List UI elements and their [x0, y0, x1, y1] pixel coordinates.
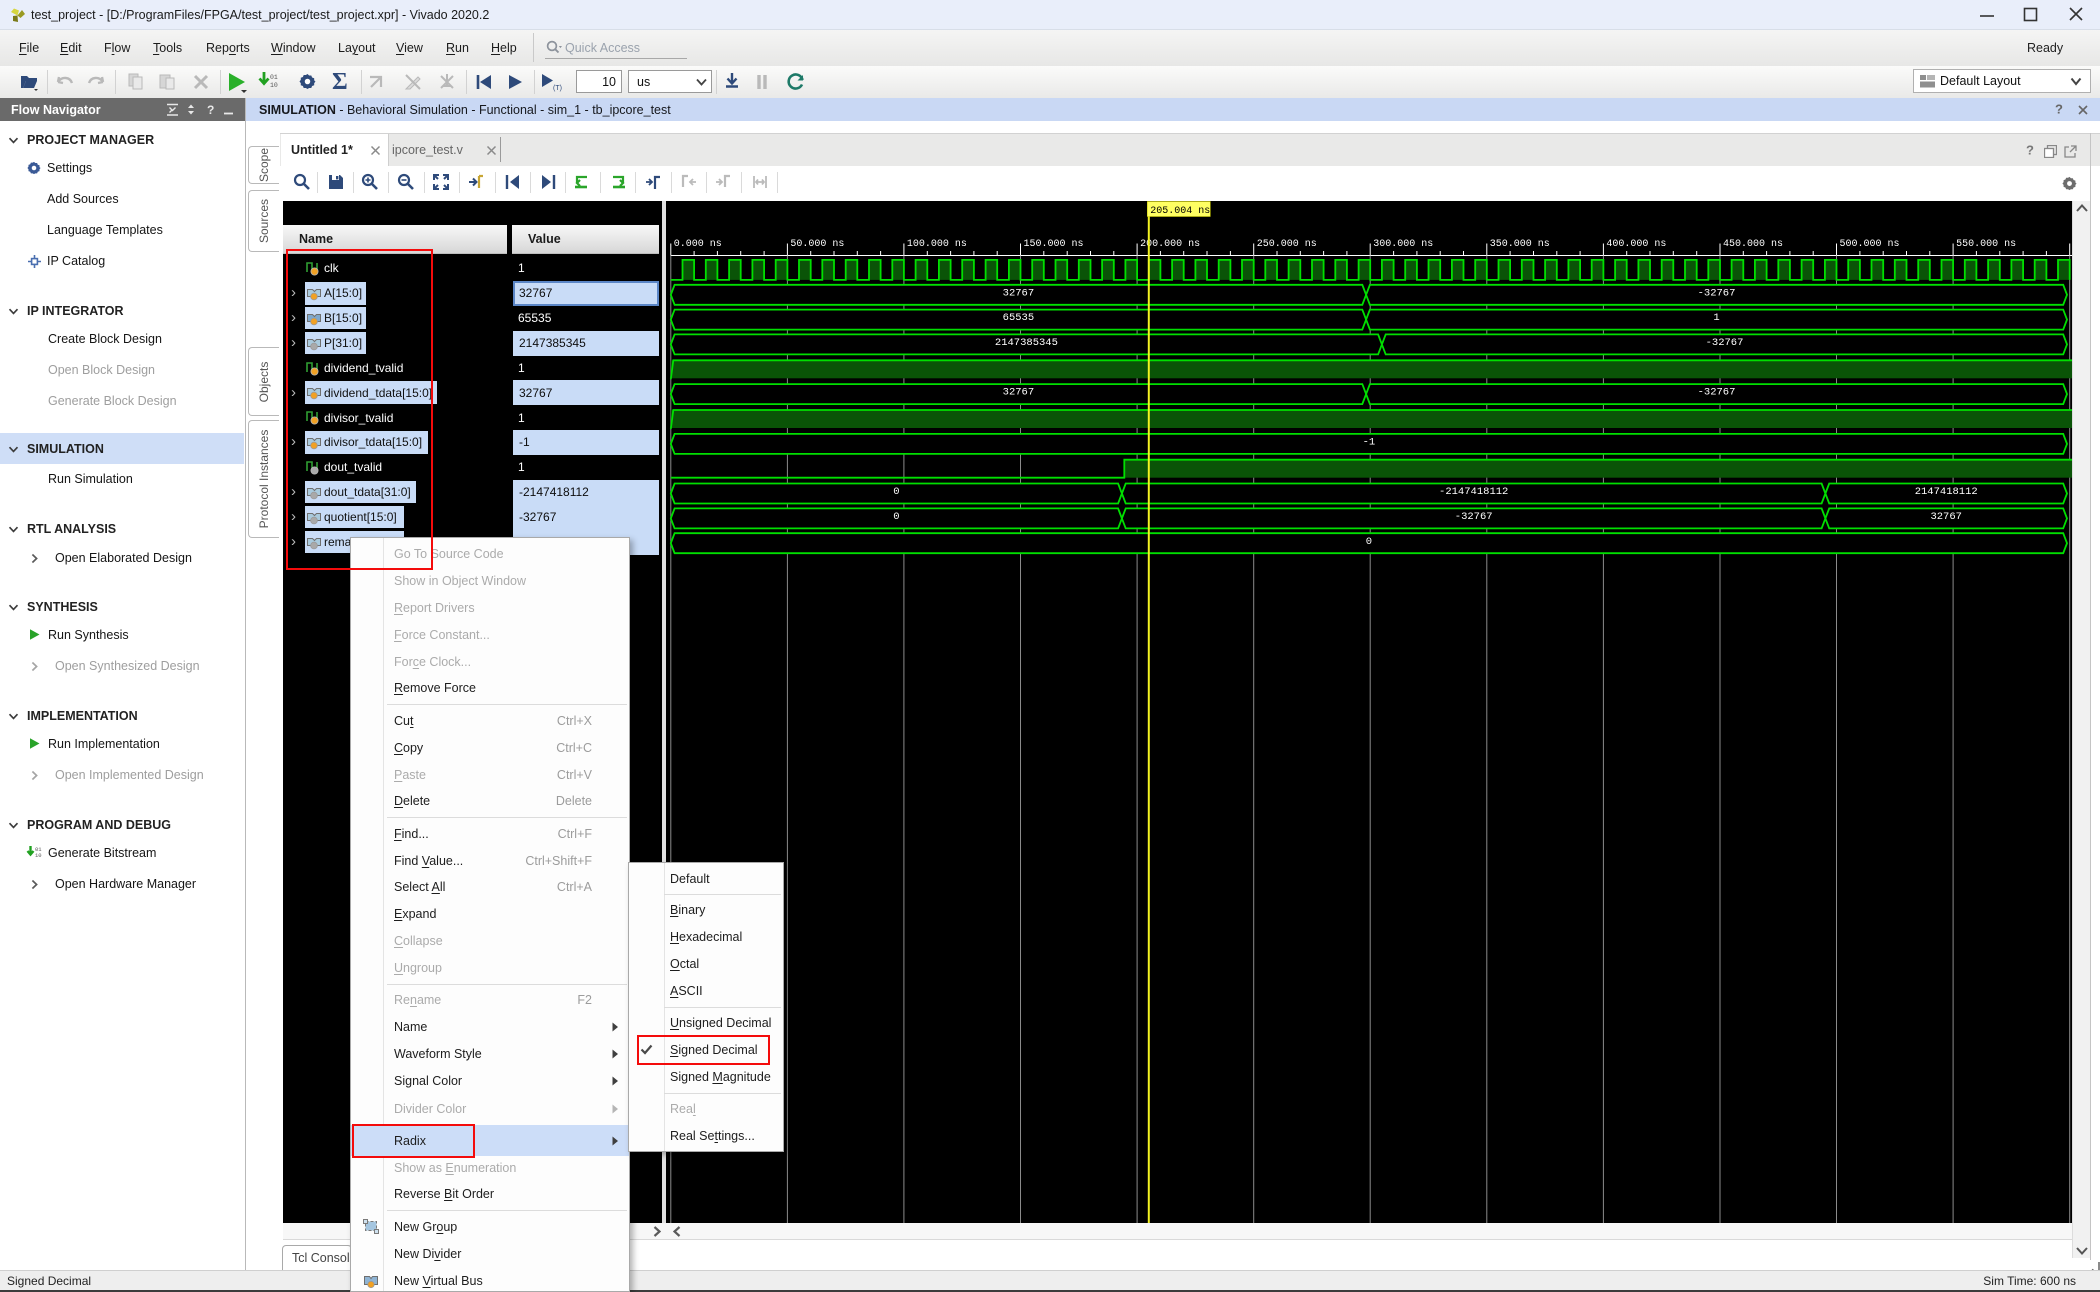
svg-text:32767: 32767 — [1930, 511, 1962, 523]
svg-text:2147385345: 2147385345 — [995, 337, 1058, 349]
svg-text:400.000 ns: 400.000 ns — [1606, 239, 1666, 250]
svg-text:250.000 ns: 250.000 ns — [1257, 239, 1317, 250]
svg-text:-32767: -32767 — [1698, 287, 1736, 299]
svg-text:-1: -1 — [1363, 437, 1376, 449]
svg-text:205.004 ns: 205.004 ns — [1150, 206, 1210, 217]
svg-text:(T): (T) — [553, 85, 562, 92]
svg-text:300.000 ns: 300.000 ns — [1373, 239, 1433, 250]
svg-text:01: 01 — [270, 74, 278, 81]
svg-text:?: ? — [207, 103, 214, 116]
svg-text:32767: 32767 — [1003, 287, 1035, 299]
svg-text:-32767: -32767 — [1698, 387, 1736, 399]
svg-text:-32767: -32767 — [1455, 511, 1493, 523]
svg-text:500.000 ns: 500.000 ns — [1840, 239, 1900, 250]
svg-text:450.000 ns: 450.000 ns — [1723, 239, 1783, 250]
svg-text:0.000 ns: 0.000 ns — [674, 239, 722, 250]
svg-text:1: 1 — [1713, 312, 1719, 324]
svg-text:350.000 ns: 350.000 ns — [1490, 239, 1550, 250]
svg-text:10: 10 — [270, 82, 278, 89]
svg-text:0: 0 — [893, 511, 899, 523]
svg-text:65535: 65535 — [1003, 312, 1035, 324]
svg-text:550.000 ns: 550.000 ns — [1956, 239, 2016, 250]
svg-text:2147418112: 2147418112 — [1915, 486, 1978, 498]
svg-text:-32767: -32767 — [1706, 337, 1744, 349]
svg-text:100.000 ns: 100.000 ns — [907, 239, 967, 250]
svg-text:50.000 ns: 50.000 ns — [790, 239, 844, 250]
svg-text:-2147418112: -2147418112 — [1439, 486, 1508, 498]
svg-text:0: 0 — [893, 486, 899, 498]
svg-text:0: 0 — [1366, 536, 1372, 548]
svg-text:32767: 32767 — [1003, 387, 1035, 399]
svg-text:150.000 ns: 150.000 ns — [1024, 239, 1084, 250]
